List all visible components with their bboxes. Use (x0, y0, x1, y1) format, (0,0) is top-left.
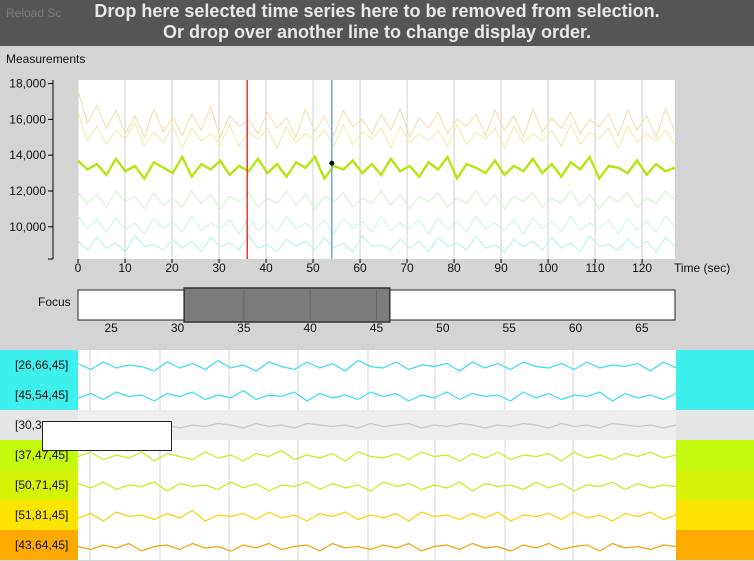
x-tick-label: 90 (494, 261, 508, 275)
focus-tick-label: 25 (104, 321, 118, 335)
x-tick-label: 80 (447, 261, 461, 275)
focus-tick-label: 45 (370, 321, 384, 335)
focus-selection (183, 287, 391, 323)
small-multiples-plot[interactable] (78, 350, 676, 560)
series-color-swatch (676, 380, 754, 410)
series-color-swatch (676, 440, 754, 470)
reload-scene-label: Reload Sc (6, 6, 62, 20)
series-color-swatch (676, 410, 754, 440)
drop-instruction-line1: Drop here selected time series here to b… (94, 1, 660, 21)
focus-tick-label: 35 (237, 321, 251, 335)
y-tick-label: 10,000 (9, 220, 46, 234)
x-tick-label: 30 (212, 261, 226, 275)
focus-tick-label: 55 (502, 321, 516, 335)
y-tick-label: 16,000 (9, 112, 46, 126)
focus-tick-label: 30 (171, 321, 185, 335)
series-label[interactable]: [51,81,45] (0, 500, 78, 530)
series-label[interactable]: [43,64,45] (0, 530, 78, 560)
focus-tick-label: 65 (635, 321, 649, 335)
x-tick-label: 50 (306, 261, 320, 275)
drag-ghost-series[interactable] (42, 421, 172, 451)
drop-zone-banner[interactable]: Drop here selected time series here to b… (0, 0, 754, 46)
small-multiples-panel[interactable]: [26,66,45] [45,54,45] [30,3 [37,47,45] [50,7… (0, 350, 754, 561)
series-label[interactable]: [50,71,45] (0, 470, 78, 500)
x-tick-label: 70 (400, 261, 414, 275)
small-multiples-bg (78, 350, 676, 560)
x-axis-label: Time (sec) (674, 261, 730, 275)
series-color-swatch (676, 530, 754, 560)
x-tick-label: 100 (538, 261, 558, 275)
x-tick-label: 120 (632, 261, 652, 275)
focus-tick-label: 60 (569, 321, 583, 335)
y-tick-label: 18,000 (9, 77, 46, 91)
y-tick-label: 12,000 (9, 184, 46, 198)
series-color-swatch (676, 470, 754, 500)
series-label[interactable]: [45,54,45] (0, 380, 78, 410)
x-tick-label: 40 (259, 261, 273, 275)
x-tick-label: 10 (118, 261, 132, 275)
y-tick-label: 14,000 (9, 148, 46, 162)
focus-brush[interactable]: 25 30 35 40 45 50 55 60 65 (0, 282, 754, 342)
x-tick-label: 0 (75, 261, 82, 275)
focus-tick-label: 50 (436, 321, 450, 335)
x-tick-label: 110 (586, 261, 605, 275)
x-tick-label: 60 (353, 261, 367, 275)
series-color-swatch (676, 350, 754, 380)
drop-instruction-line2: Or drop over another line to change disp… (162, 22, 592, 42)
hover-point (329, 160, 335, 166)
x-tick-label: 20 (165, 261, 179, 275)
focus-tick-label: 40 (303, 321, 317, 335)
series-color-swatch (676, 500, 754, 530)
series-label[interactable]: [26,66,45] (0, 350, 78, 380)
